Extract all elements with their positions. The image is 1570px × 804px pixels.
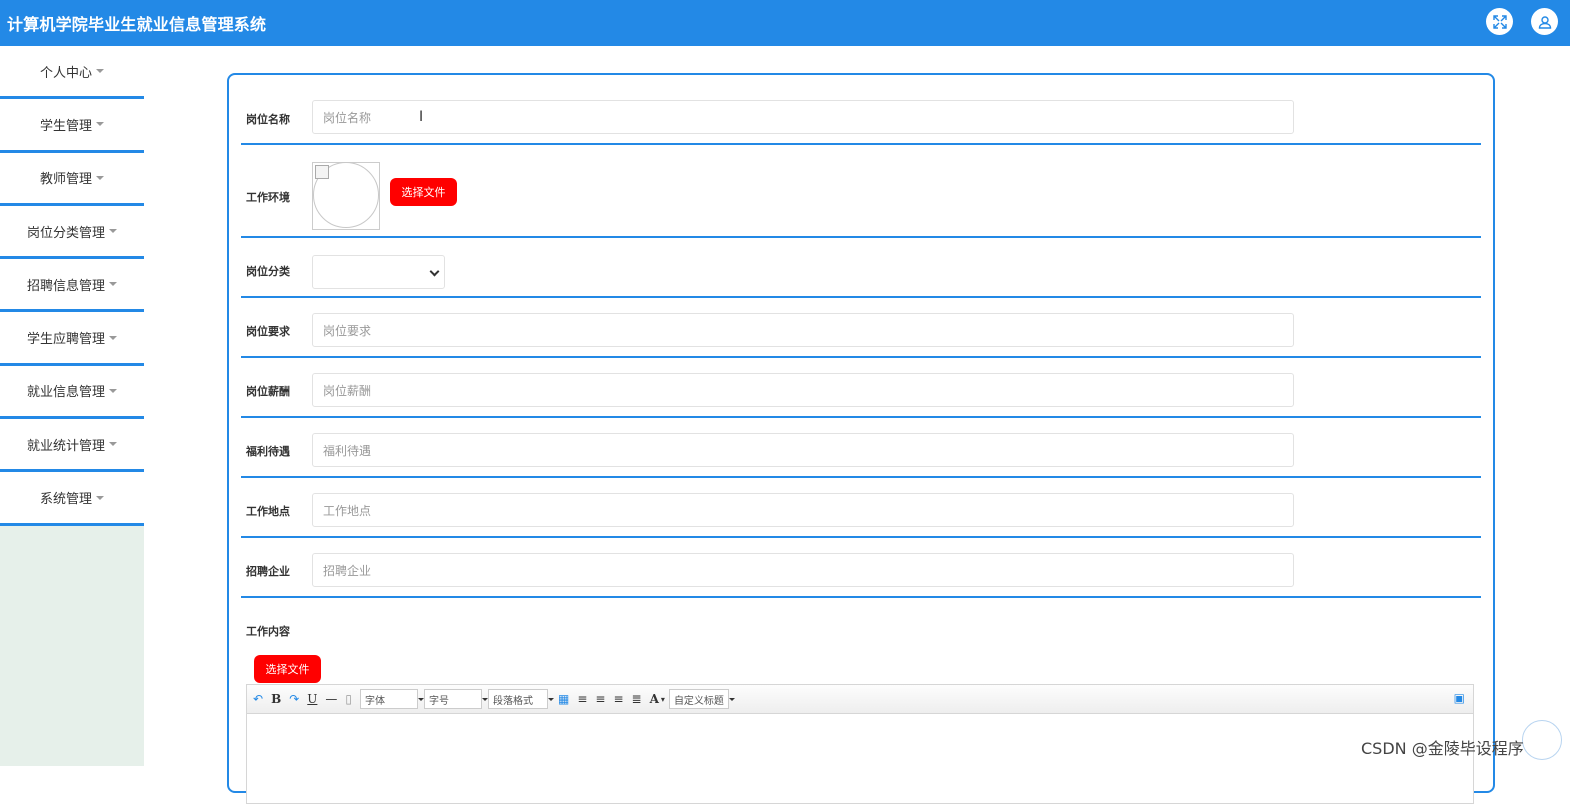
horizontal-rule-button[interactable]: — <box>325 692 337 706</box>
align-justify-icon[interactable]: ≣ <box>632 692 642 706</box>
sidebar-item-label: 岗位分类管理 <box>26 225 105 241</box>
form-row-environment: 工作环境 选择文件 <box>241 145 1481 238</box>
align-left-icon[interactable]: ≡ <box>577 692 587 706</box>
sidebar-item-label: 学生应聘管理 <box>26 332 105 348</box>
sidebar-item-job-categories[interactable]: 岗位分类管理 <box>0 205 144 260</box>
company-label: 招聘企业 <box>246 565 290 578</box>
sidebar-item-employment[interactable]: 就业信息管理 <box>0 365 144 420</box>
paragraph-format-select[interactable]: 段落格式 <box>488 689 555 709</box>
welfare-placeholder: 福利待遇 <box>323 443 372 458</box>
font-size-select[interactable]: 字号 <box>424 689 489 709</box>
sidebar-item-statistics[interactable]: 就业统计管理 <box>0 419 144 473</box>
paragraph-format-label: 段落格式 <box>493 695 534 707</box>
form-row-location: 工作地点 工作地点 <box>241 478 1481 538</box>
category-select[interactable] <box>312 255 445 289</box>
salary-placeholder: 岗位薪酬 <box>323 383 372 398</box>
sidebar-item-label: 就业统计管理 <box>26 438 105 454</box>
environment-image-preview <box>312 162 380 230</box>
welfare-label: 福利待遇 <box>246 445 290 458</box>
underline-button[interactable]: U <box>307 692 317 706</box>
font-size-label: 字号 <box>429 695 450 707</box>
caret-down-icon <box>109 335 117 340</box>
job-form-card: 岗位名称 岗位名称 工作环境 选择文件 岗位分类 岗位要求 岗位要求 岗位薪酬 … <box>227 73 1495 804</box>
bold-button[interactable]: B <box>271 692 281 706</box>
content-choose-file-button[interactable]: 选择文件 <box>254 655 321 683</box>
caret-down-icon <box>96 495 104 500</box>
sidebar-item-system[interactable]: 系统管理 <box>0 472 144 526</box>
align-right-icon[interactable]: ≡ <box>595 692 605 706</box>
location-input[interactable]: 工作地点 <box>312 493 1294 527</box>
job-name-input[interactable]: 岗位名称 <box>312 100 1294 134</box>
sidebar-item-label: 就业信息管理 <box>26 385 105 401</box>
font-color-dropdown-icon[interactable]: ▾ <box>661 695 665 704</box>
custom-title-select[interactable]: 自定义标题 <box>668 689 735 709</box>
document-icon[interactable]: ▯ <box>345 692 352 706</box>
top-bar: 计算机学院毕业生就业信息管理系统 <box>0 0 1570 46</box>
fullscreen-editor-icon[interactable]: ▣ <box>1454 691 1465 705</box>
app-title: 计算机学院毕业生就业信息管理系统 <box>7 15 267 34</box>
expand-icon <box>1492 14 1507 29</box>
floating-assistant-button[interactable] <box>1522 720 1562 760</box>
location-label: 工作地点 <box>246 505 290 518</box>
form-row-welfare: 福利待遇 福利待遇 <box>241 418 1481 478</box>
fullscreen-button[interactable] <box>1486 8 1513 35</box>
form-row-company: 招聘企业 招聘企业 <box>241 538 1481 598</box>
content-label: 工作内容 <box>246 625 290 638</box>
text-cursor-icon: I <box>419 109 424 125</box>
rich-text-editor-area[interactable] <box>246 714 1474 804</box>
form-row-salary: 岗位薪酬 岗位薪酬 <box>241 358 1481 418</box>
chevron-down-icon <box>429 266 440 277</box>
align-center-icon[interactable]: ≡ <box>613 692 623 706</box>
company-input[interactable]: 招聘企业 <box>312 553 1294 587</box>
redo-icon[interactable]: ↷ <box>289 692 299 706</box>
category-label: 岗位分类 <box>246 265 290 278</box>
sidebar-item-label: 教师管理 <box>39 172 92 188</box>
sidebar-item-label: 学生管理 <box>39 118 92 134</box>
dropdown-arrow-icon <box>728 698 735 701</box>
table-icon[interactable]: ▦ <box>558 692 569 706</box>
sidebar: 个人中心 学生管理 教师管理 岗位分类管理 招聘信息管理 学生应聘管理 就业信息… <box>0 46 144 766</box>
watermark: CSDN @金陵毕设程序 <box>1361 739 1524 758</box>
environment-label: 工作环境 <box>246 191 290 204</box>
font-color-button[interactable]: A <box>650 692 659 706</box>
form-row-job-name: 岗位名称 岗位名称 <box>241 75 1481 145</box>
choose-file-button[interactable]: 选择文件 <box>390 178 457 206</box>
broken-image-icon <box>315 165 329 179</box>
job-name-label: 岗位名称 <box>246 113 290 126</box>
caret-down-icon <box>109 442 117 447</box>
sidebar-item-applications[interactable]: 学生应聘管理 <box>0 312 144 366</box>
user-icon <box>1538 15 1551 29</box>
caret-down-icon <box>96 175 104 180</box>
sidebar-item-teachers[interactable]: 教师管理 <box>0 152 144 206</box>
company-placeholder: 招聘企业 <box>323 563 372 578</box>
requirement-input[interactable]: 岗位要求 <box>312 313 1294 347</box>
sidebar-item-label: 系统管理 <box>39 492 92 508</box>
custom-title-label: 自定义标题 <box>673 695 724 707</box>
caret-down-icon <box>109 229 117 234</box>
sidebar-item-recruitment[interactable]: 招聘信息管理 <box>0 259 144 313</box>
sidebar-item-label: 个人中心 <box>39 65 92 81</box>
salary-input[interactable]: 岗位薪酬 <box>312 373 1294 407</box>
undo-icon[interactable]: ↶ <box>253 692 263 706</box>
font-family-label: 字体 <box>365 695 386 707</box>
requirement-label: 岗位要求 <box>246 325 290 338</box>
caret-down-icon <box>109 282 117 287</box>
editor-toolbar: ↶ B ↷ U — ▯ 字体 字号 段落格式 ▦ ≡ ≡ ≡ ≣ A ▾ 自定义… <box>246 684 1474 714</box>
location-placeholder: 工作地点 <box>323 503 372 518</box>
form-row-category: 岗位分类 <box>241 238 1481 298</box>
sidebar-item-personal-center[interactable]: 个人中心 <box>0 46 144 100</box>
job-name-placeholder: 岗位名称 <box>323 110 372 125</box>
user-button[interactable] <box>1531 8 1558 35</box>
salary-label: 岗位薪酬 <box>246 385 290 398</box>
sidebar-item-students[interactable]: 学生管理 <box>0 99 144 153</box>
caret-down-icon <box>96 69 104 74</box>
caret-down-icon <box>109 388 117 393</box>
requirement-placeholder: 岗位要求 <box>323 323 372 338</box>
form-row-requirement: 岗位要求 岗位要求 <box>241 298 1481 358</box>
caret-down-icon <box>96 122 104 127</box>
sidebar-item-label: 招聘信息管理 <box>26 278 105 294</box>
font-family-select[interactable]: 字体 <box>360 689 425 709</box>
dropdown-arrow-icon <box>548 698 555 701</box>
welfare-input[interactable]: 福利待遇 <box>312 433 1294 467</box>
